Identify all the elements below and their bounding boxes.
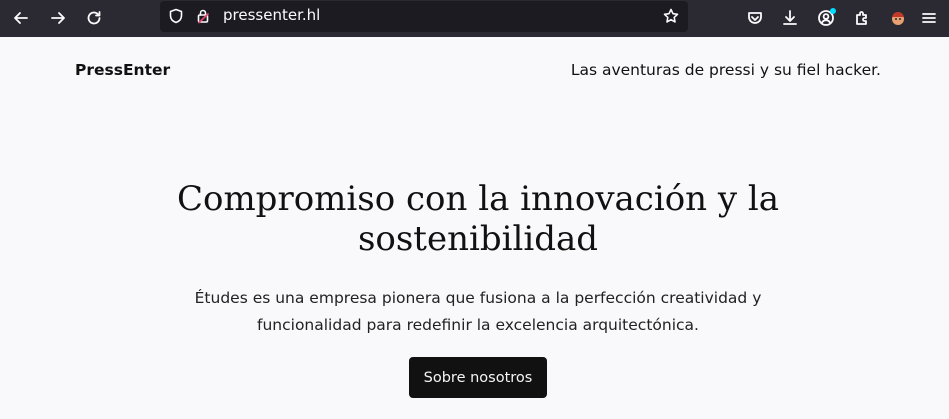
- browser-toolbar: pressenter.hl: [0, 0, 949, 37]
- about-us-button[interactable]: Sobre nosotros: [409, 357, 547, 398]
- hero-title: Compromiso con la innovación y la sosten…: [176, 179, 780, 259]
- lock-icon[interactable]: [194, 7, 212, 25]
- forward-arrow-icon[interactable]: [44, 4, 72, 32]
- bookmark-star-icon[interactable]: [662, 7, 680, 25]
- site-brand[interactable]: PressEnter: [75, 61, 170, 79]
- back-arrow-icon[interactable]: [7, 4, 35, 32]
- url-bar[interactable]: pressenter.hl: [160, 1, 688, 32]
- url-text[interactable]: pressenter.hl: [223, 6, 320, 24]
- reload-icon[interactable]: [80, 4, 108, 32]
- web-page: PressEnter Las aventuras de pressi y su …: [0, 37, 949, 419]
- extensions-icon[interactable]: [848, 4, 876, 32]
- account-icon[interactable]: [812, 4, 840, 32]
- site-tagline: Las aventuras de pressi y su fiel hacker…: [570, 61, 881, 79]
- notification-dot: [830, 8, 836, 14]
- shield-icon[interactable]: [167, 7, 185, 25]
- addon-icon[interactable]: [884, 4, 912, 32]
- pocket-icon[interactable]: [741, 4, 769, 32]
- menu-icon[interactable]: [915, 4, 943, 32]
- download-icon[interactable]: [776, 4, 804, 32]
- hero-subtitle: Études es una empresa pionera que fusion…: [194, 289, 762, 334]
